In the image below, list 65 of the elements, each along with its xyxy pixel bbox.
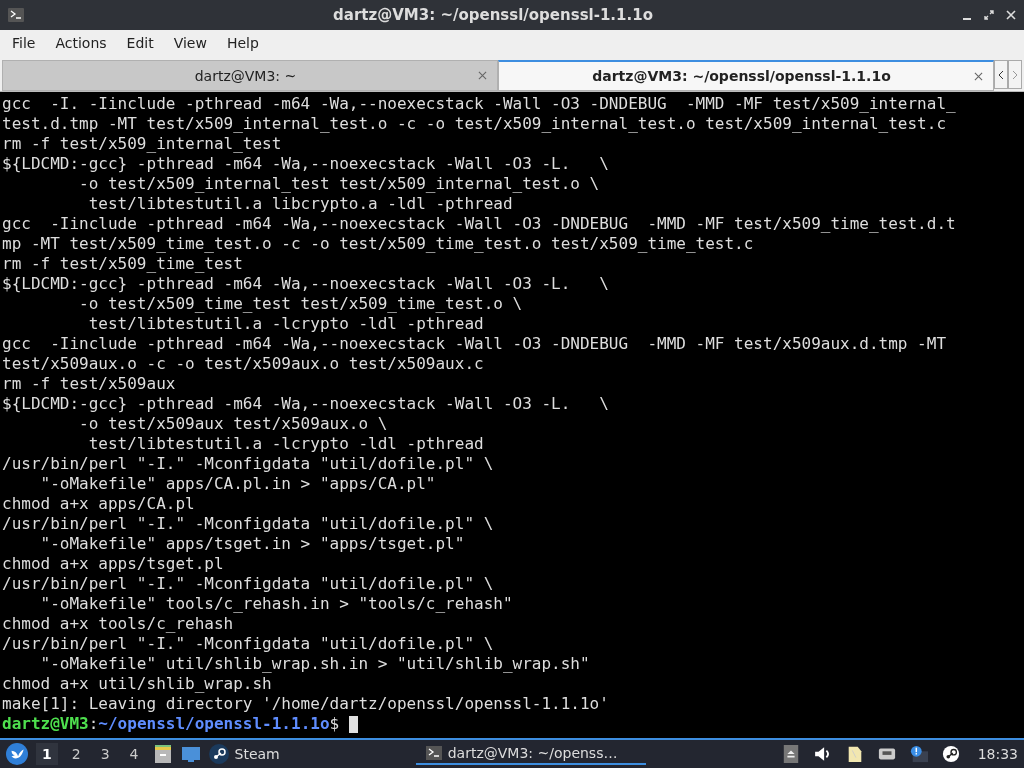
terminal-line: test.d.tmp -MT test/x509_internal_test.o -c -o test/x509_internal_test.o test/x509_internal_test.c	[2, 114, 947, 134]
terminal-line: /usr/bin/perl "-I." -Mconfigdata "util/dofile.pl" \	[2, 514, 495, 534]
notification-icon[interactable]	[909, 745, 928, 763]
desktop-button[interactable]: 3	[94, 743, 116, 765]
tab[interactable]: dartz@VM3: ~	[2, 60, 498, 91]
terminal-line: /usr/bin/perl "-I." -Mconfigdata "util/dofile.pl" \	[2, 634, 495, 654]
terminal-line: make[1]: Leaving directory '/home/dartz/openssl/openssl-1.1.1o'	[2, 694, 610, 714]
steam-icon	[208, 744, 229, 764]
text-cursor	[349, 715, 359, 733]
volume-icon[interactable]	[813, 745, 832, 763]
terminal-line: chmod a+x util/shlib_wrap.sh	[2, 674, 273, 694]
eject-icon[interactable]	[781, 745, 800, 763]
bird-icon[interactable]	[6, 743, 28, 765]
maximize-icon[interactable]	[984, 10, 994, 20]
terminal-line: ${LDCMD:-gcc} -pthread -m64 -Wa,--noexecstack -Wall -O3 -L. \	[2, 394, 610, 414]
prompt-user: dartz@VM3	[2, 714, 89, 734]
desktop-button[interactable]: 4	[123, 743, 145, 765]
terminal-line: chmod a+x apps/CA.pl	[2, 494, 196, 514]
window-title: dartz@VM3: ~/openssl/openssl-1.1.1o	[332, 6, 654, 24]
terminal-icon	[425, 746, 442, 760]
terminal-icon	[8, 8, 24, 22]
terminal-line: test/x509aux.o -c -o test/x509aux.o test/x509aux.c	[2, 354, 485, 374]
terminal-line: "-oMakefile" util/shlib_wrap.sh.in > "util/shlib_wrap.sh"	[39, 654, 591, 674]
terminal-line: -o test/x509_time_test test/x509_time_test.o \	[78, 294, 524, 314]
terminal-line: chmod a+x tools/c_rehash	[2, 614, 235, 634]
terminal-line: "-oMakefile" apps/CA.pl.in > "apps/CA.pl"	[39, 474, 437, 494]
terminal-line: mp -MT test/x509_time_test.o -c -o test/x509_time_test.o test/x509_time_test.c	[2, 234, 755, 254]
terminal-line: ${LDCMD:-gcc} -pthread -m64 -Wa,--noexecstack -Wall -O3 -L. \	[2, 274, 610, 294]
terminal-line: gcc -I. -Iinclude -pthread -m64 -Wa,--noexecstack -Wall -O3 -DNDEBUG -MMD -MF test/x509_internal_	[2, 94, 957, 114]
file-cabinet-icon[interactable]	[152, 744, 173, 764]
menu-item[interactable]: View	[165, 35, 215, 51]
close-icon[interactable]	[974, 71, 983, 81]
terminal-line: -o test/x509aux test/x509aux.o \	[78, 414, 389, 434]
prompt-separator: :	[88, 714, 99, 734]
terminal-line: /usr/bin/perl "-I." -Mconfigdata "util/dofile.pl" \	[2, 574, 495, 594]
desktop-button[interactable]: 1	[36, 743, 58, 765]
terminal-line: "-oMakefile" apps/tsget.in > "apps/tsget.pl"	[39, 534, 466, 554]
clock: 18:33	[977, 746, 1018, 762]
terminal-line: gcc -Iinclude -pthread -m64 -Wa,--noexecstack -Wall -O3 -DNDEBUG -MMD -MF test/x509aux.d.tmp -MT	[2, 334, 947, 354]
chevron-right-icon	[1012, 69, 1018, 80]
terminal-line: ${LDCMD:-gcc} -pthread -m64 -Wa,--noexecstack -Wall -O3 -L. \	[2, 154, 610, 174]
prompt-path: ~/openssl/openssl-1.1.1o	[98, 714, 330, 734]
terminal-line: test/libtestutil.a libcrypto.a -ldl -pthread	[87, 194, 514, 214]
menu-item[interactable]: Edit	[118, 35, 162, 51]
terminal-line: chmod a+x apps/tsget.pl	[2, 554, 225, 574]
menu-item[interactable]: File	[4, 35, 44, 51]
terminal-line: /usr/bin/perl "-I." -Mconfigdata "util/dofile.pl" \	[2, 454, 495, 474]
terminal-line: test/libtestutil.a -lcrypto -ldl -pthread	[87, 314, 485, 334]
terminal-line: -o test/x509_internal_test test/x509_internal_test.o \	[78, 174, 601, 194]
terminal-line: test/libtestutil.a -lcrypto -ldl -pthread	[87, 434, 485, 454]
terminal-line: gcc -Iinclude -pthread -m64 -Wa,--noexecstack -Wall -O3 -DNDEBUG -MMD -MF test/x509_time_test.d.t	[2, 214, 957, 234]
steam-icon[interactable]	[941, 745, 960, 763]
steam-launcher[interactable]: Steam	[208, 744, 280, 764]
prompt-symbol: $	[329, 714, 340, 734]
chevron-left-icon	[998, 69, 1004, 80]
terminal-line: rm -f test/x509_time_test	[2, 254, 244, 274]
desktop-icon[interactable]	[180, 744, 201, 764]
terminal-line: rm -f test/x509_internal_test	[2, 134, 283, 154]
menu-item[interactable]: Actions	[47, 35, 115, 51]
terminal-line: "-oMakefile" tools/c_rehash.in > "tools/c_rehash"	[39, 594, 514, 614]
terminal-line: rm -f test/x509aux	[2, 374, 177, 394]
desktop-button[interactable]: 2	[65, 743, 87, 765]
tab[interactable]: dartz@VM3: ~/openssl/openssl-1.1.1o	[498, 60, 994, 91]
menu-item[interactable]: Help	[218, 35, 267, 51]
task-button[interactable]: dartz@VM3: ~/openss…	[415, 743, 646, 765]
